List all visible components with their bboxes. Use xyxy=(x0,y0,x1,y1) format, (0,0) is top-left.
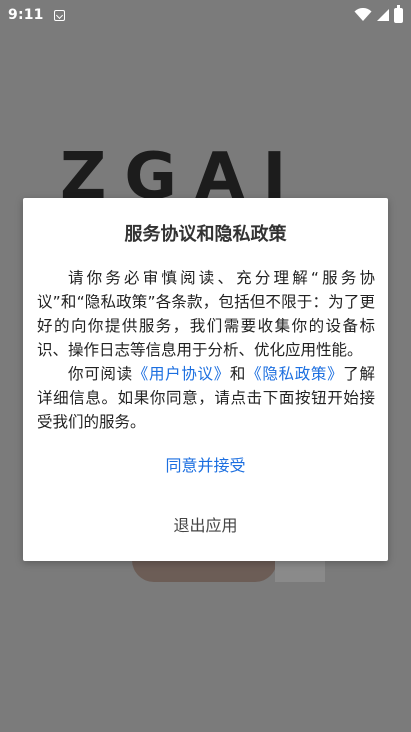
status-time: 9:11 xyxy=(8,7,44,23)
signal-icon xyxy=(377,9,389,21)
exit-app-button[interactable]: 退出应用 xyxy=(23,512,388,538)
agreement-paragraph-2: 你可阅读《用户协议》和《隐私政策》了解详细信息。如果你同意，请点击下面按钮开始接… xyxy=(37,362,375,434)
wifi-icon xyxy=(354,8,372,21)
app-notification-icon xyxy=(53,9,65,21)
paragraph-2-and: 和 xyxy=(229,365,247,383)
background-image xyxy=(132,560,277,582)
agreement-paragraph-1: 请你务必审慎阅读、充分理解“服务协议”和“隐私政策”各条款，包括但不限于：为了更… xyxy=(37,269,375,359)
dialog-body: 请你务必审慎阅读、充分理解“服务协议”和“隐私政策”各条款，包括但不限于：为了更… xyxy=(37,266,375,434)
agree-button[interactable]: 同意并接受 xyxy=(23,452,388,478)
status-bar: 9:11 xyxy=(0,0,411,30)
user-agreement-link[interactable]: 《用户协议》 xyxy=(133,365,230,383)
privacy-dialog: 服务协议和隐私政策 请你务必审慎阅读、充分理解“服务协议”和“隐私政策”各条款，… xyxy=(23,198,388,561)
status-icons xyxy=(354,4,403,23)
paragraph-2-prefix: 你可阅读 xyxy=(68,365,133,383)
battery-icon xyxy=(394,4,403,23)
privacy-policy-link[interactable]: 《隐私政策》 xyxy=(246,365,343,383)
dialog-title: 服务协议和隐私政策 xyxy=(124,224,287,245)
background-image-edge xyxy=(275,560,325,582)
